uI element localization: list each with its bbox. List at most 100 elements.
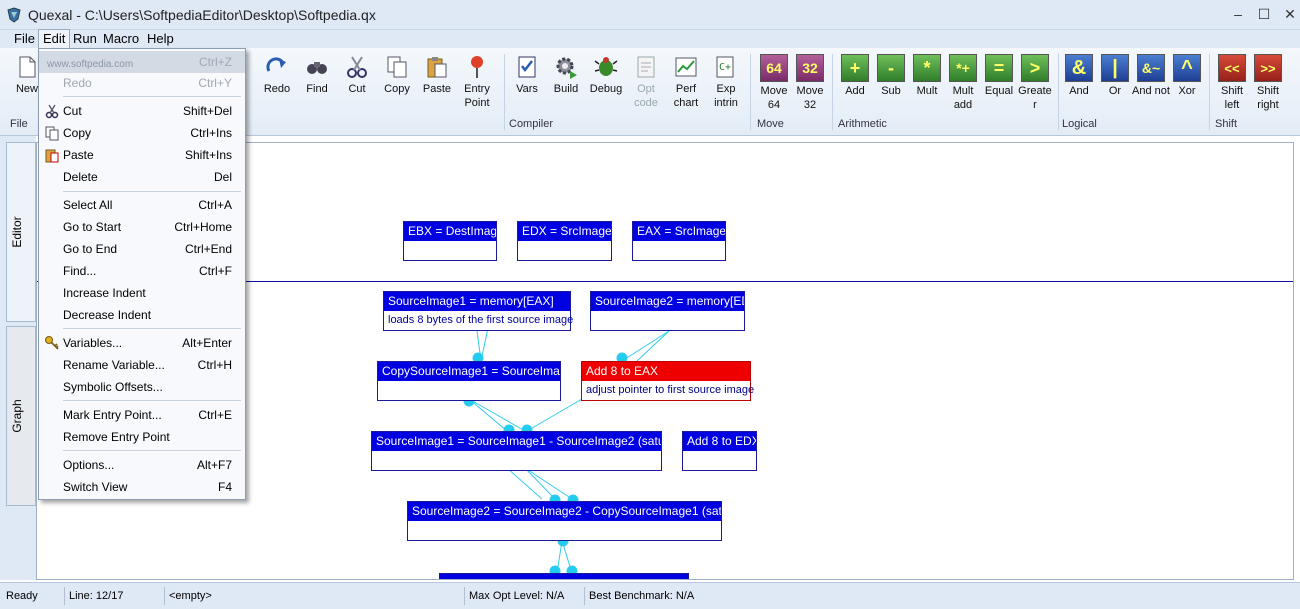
tab-editor[interactable]: Editor — [6, 142, 36, 322]
status-line: Line: 12/17 — [64, 587, 164, 605]
menu-shortcut: Del — [213, 170, 232, 184]
menu-item-redo[interactable]: Redo Ctrl+Y — [39, 73, 245, 93]
mult-button[interactable]: * Mult — [908, 54, 946, 98]
graph-node[interactable]: SourceImage1 = SourceImage1 - SourceImag… — [371, 431, 662, 471]
status-ready: Ready — [6, 590, 38, 602]
menu-item-go-to-start[interactable]: Go to Start Ctrl+Home — [39, 217, 245, 237]
graph-node[interactable]: SourceImage1 = memory[EAX] loads 8 bytes… — [383, 291, 573, 331]
and-icon: & — [1065, 54, 1093, 82]
menu-macro[interactable]: Macro — [99, 30, 143, 48]
menu-separator — [63, 328, 241, 329]
maximize-button[interactable]: ☐ — [1250, 4, 1278, 24]
tab-graph[interactable]: Graph — [6, 326, 36, 506]
graph-node[interactable]: SourceImage2 = SourceImage2 - CopySource… — [407, 501, 722, 541]
copy-button[interactable]: Copy — [378, 54, 416, 96]
edge — [636, 330, 670, 362]
menu-help[interactable]: Help — [143, 30, 178, 48]
menu-item-copy[interactable]: Copy Ctrl+Ins — [39, 123, 245, 143]
export-code-icon: C+ — [716, 56, 734, 78]
menu-item-increase-indent[interactable]: Increase Indent — [39, 283, 245, 303]
equal-button[interactable]: = Equal — [980, 54, 1018, 98]
menu-item-undo[interactable]: www.softpedia.com Ctrl+Z — [39, 51, 245, 73]
group-move-label: Move — [757, 118, 784, 130]
build-button[interactable]: Build — [547, 54, 585, 96]
graph-node[interactable]: EAX = SrcImage1 — [632, 221, 726, 261]
multiply-add-icon: *+ — [949, 54, 977, 82]
svg-text:C+: C+ — [719, 62, 731, 73]
graph-node[interactable]: EBX = DestImage — [403, 221, 497, 261]
menu-item-select-all[interactable]: Select All Ctrl+A — [39, 195, 245, 215]
xor-button[interactable]: ^ Xor — [1168, 54, 1206, 98]
entry-point-button[interactable]: Entry Point — [458, 54, 496, 110]
close-button[interactable]: ✕ — [1276, 4, 1300, 24]
menu-item-mark-entry-point[interactable]: Mark Entry Point... Ctrl+E — [39, 405, 245, 425]
node-comment — [372, 451, 661, 470]
menu-edit[interactable]: Edit — [38, 29, 71, 49]
menu-item-decrease-indent[interactable]: Decrease Indent — [39, 305, 245, 325]
new-label: New — [15, 83, 38, 95]
or-button[interactable]: | Or — [1096, 54, 1134, 98]
menu-item-paste[interactable]: Paste Shift+Ins — [39, 145, 245, 165]
shift-left-button[interactable]: << Shift left — [1213, 54, 1251, 112]
move64-label: Move 64 — [760, 85, 788, 111]
menu-item-go-to-end[interactable]: Go to End Ctrl+End — [39, 239, 245, 259]
status-empty: <empty> — [164, 587, 464, 605]
graph-node-partial[interactable] — [439, 573, 689, 579]
add-button[interactable]: + Add — [836, 54, 874, 98]
and-not-button[interactable]: &~ And not — [1132, 54, 1170, 98]
menu-item-switch-view[interactable]: Switch View F4 — [39, 477, 245, 497]
tab-editor-label: Editor — [10, 216, 24, 248]
move32-button[interactable]: 32 Move 32 — [791, 54, 829, 112]
debug-button[interactable]: Debug — [587, 54, 625, 96]
menu-item-find[interactable]: Find... Ctrl+F — [39, 261, 245, 281]
xor-label: Xor — [1178, 85, 1196, 97]
opt-code-button[interactable]: Opt code — [627, 54, 665, 110]
node-title: Add 8 to EDX — [683, 432, 756, 451]
paste-button[interactable]: Paste — [418, 54, 456, 96]
menu-shortcut: Ctrl+F — [199, 264, 232, 278]
menu-label: Symbolic Offsets... — [63, 380, 163, 394]
document-icon — [637, 56, 655, 78]
vars-button[interactable]: Vars — [508, 54, 546, 96]
menu-item-symbolic-offsets[interactable]: Symbolic Offsets... — [39, 377, 245, 397]
graph-node[interactable]: Add 8 to EDX — [682, 431, 757, 471]
node-comment: adjust pointer to first source image — [586, 384, 755, 396]
mult-add-button[interactable]: *+ Mult add — [944, 54, 982, 112]
menu-shortcut: Ctrl+Y — [198, 76, 232, 90]
cut-button[interactable]: Cut — [338, 54, 376, 96]
minimize-button[interactable]: – — [1224, 4, 1252, 24]
menu-item-variables[interactable]: Variables... Alt+Enter — [39, 333, 245, 353]
graph-node[interactable]: EDX = SrcImage2 — [517, 221, 612, 261]
graph-node-selected[interactable]: Add 8 to EAX adjust pointer to first sou… — [581, 361, 755, 401]
graph-node[interactable]: CopySourceImage1 = SourceImage1 — [377, 361, 561, 401]
perf-chart-button[interactable]: Perf chart — [667, 54, 705, 110]
menu-item-cut[interactable]: Cut Shift+Del — [39, 101, 245, 121]
move64-button[interactable]: 64 Move 64 — [755, 54, 793, 112]
menu-item-rename-variable[interactable]: Rename Variable... Ctrl+H — [39, 355, 245, 375]
menu-shortcut: Ctrl+E — [198, 408, 232, 422]
menu-label: Switch View — [63, 480, 128, 494]
and-button[interactable]: & And — [1060, 54, 1098, 98]
move64-icon: 64 — [760, 54, 788, 82]
copy-icon — [45, 126, 59, 141]
build-label: Build — [553, 83, 579, 95]
menu-label: Paste — [63, 148, 94, 162]
menu-file[interactable]: File — [10, 30, 39, 48]
node-comment — [408, 521, 721, 540]
exp-intrin-button[interactable]: C+ Exp intrin — [707, 54, 745, 110]
menu-run[interactable]: Run — [69, 30, 101, 48]
node-comment — [378, 381, 560, 400]
find-button[interactable]: Find — [298, 54, 336, 96]
redo-button[interactable]: Redo — [258, 54, 296, 96]
sub-button[interactable]: - Sub — [872, 54, 910, 98]
graph-node[interactable]: SourceImage2 = memory[EDX] — [590, 291, 745, 331]
menu-item-remove-entry-point[interactable]: Remove Entry Point — [39, 427, 245, 447]
menu-item-delete[interactable]: Delete Del — [39, 167, 245, 187]
menu-label: Delete — [63, 170, 98, 184]
menu-item-options[interactable]: Options... Alt+F7 — [39, 455, 245, 475]
greater-button[interactable]: > Greate r — [1016, 54, 1054, 112]
menu-separator — [63, 400, 241, 401]
shift-right-button[interactable]: >> Shift right — [1249, 54, 1287, 112]
add-label: Add — [845, 85, 865, 97]
window-title: Quexal - C:\Users\SoftpediaEditor\Deskto… — [28, 7, 376, 23]
